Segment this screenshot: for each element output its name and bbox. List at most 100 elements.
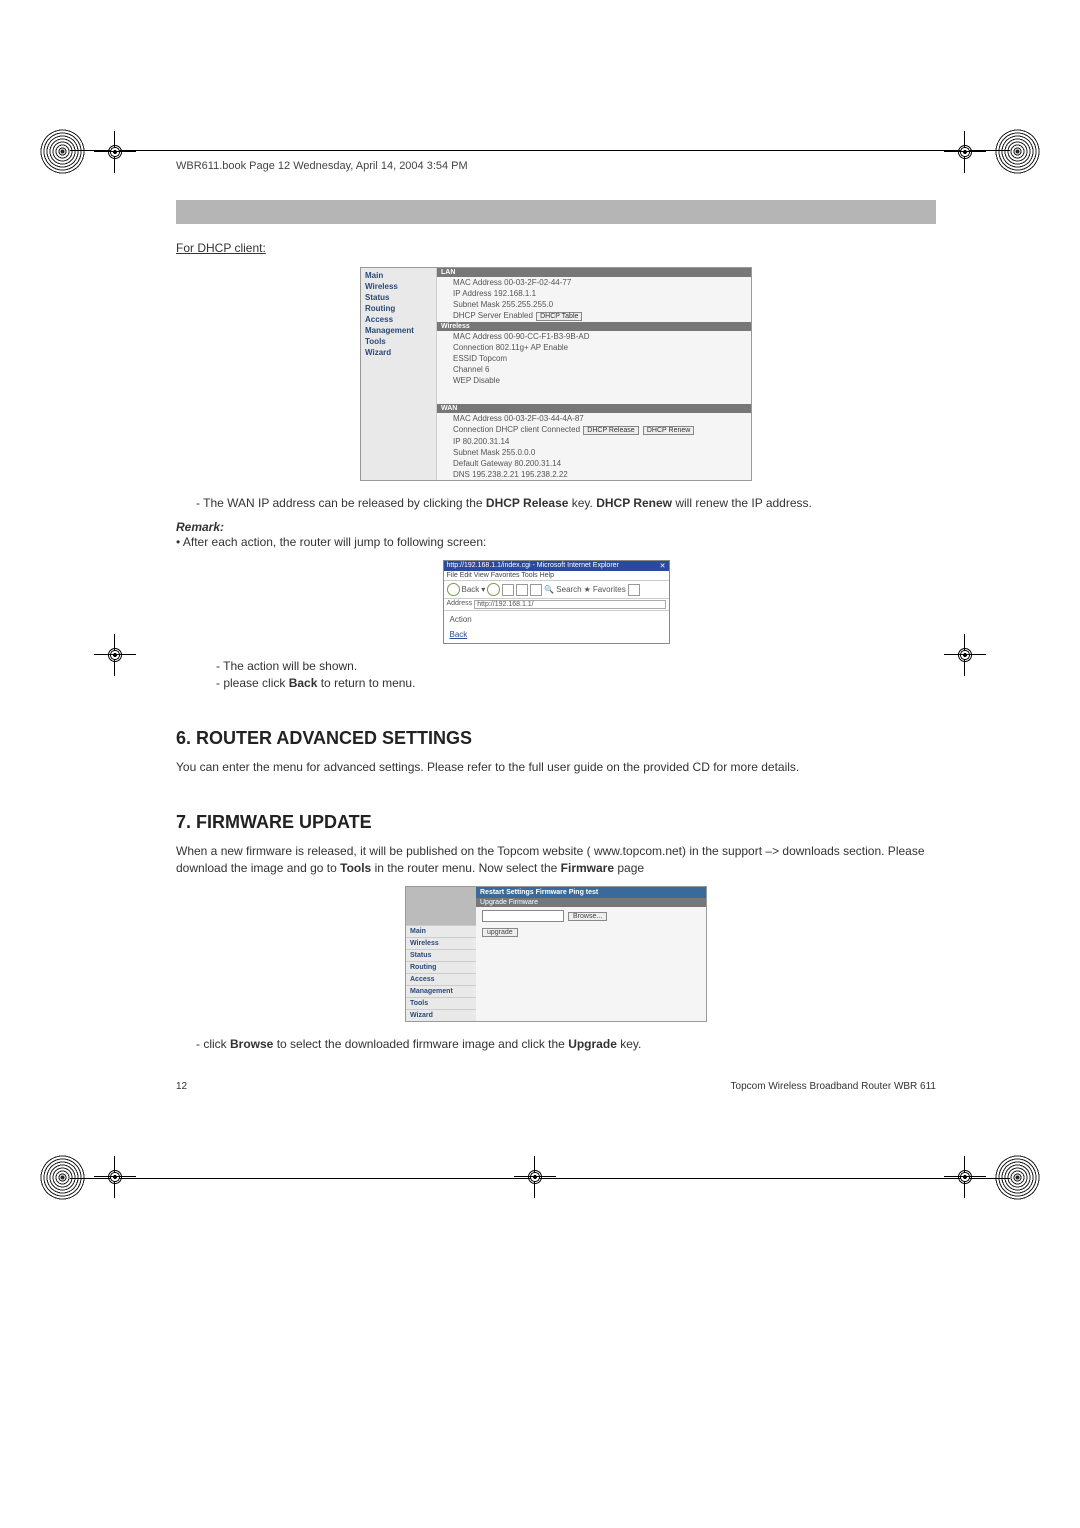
wan-line: Subnet Mask 255.0.0.0 [437, 447, 751, 458]
wlan-line: MAC Address 00-90-CC-F1-B3-9B-AD [437, 331, 751, 342]
reg-cross-tl [100, 137, 130, 167]
nav-wireless: Wireless [361, 281, 436, 292]
dhcp-client-label: For DHCP client: [176, 240, 936, 257]
back-label: Back [462, 585, 480, 594]
reg-cross-bl [100, 1162, 130, 1192]
fig1-main: LAN MAC Address 00-03-2F-02-44-77 IP Add… [437, 268, 751, 480]
text: key. [568, 496, 596, 510]
nav-management: Management [406, 985, 476, 997]
text-bold: Tools [340, 861, 371, 875]
figure-browser-window: http://192.168.1.1/index.cgi - Microsoft… [443, 560, 670, 644]
search-label: Search [556, 585, 581, 594]
remark-bullet: • After each action, the router will jum… [176, 534, 936, 551]
click-browse-text: - click Browse to select the downloaded … [196, 1036, 936, 1053]
crop-line-top [70, 150, 1010, 151]
wan-mac: MAC Address 00-03-2F-03-44-4A-87 [437, 413, 751, 424]
browser-address-row: Address http://192.168.1.1/ [444, 599, 669, 611]
lan-line: IP Address 192.168.1.1 [437, 288, 751, 299]
text-bold: Back [289, 676, 318, 690]
figure-router-status: Main Wireless Status Routing Access Mana… [360, 267, 752, 481]
reg-cross-bc [520, 1162, 550, 1192]
text: - please click [216, 676, 289, 690]
upgrade-button[interactable]: upgrade [482, 928, 518, 937]
reg-cross-ml [100, 640, 130, 670]
lan-dhcp-text: DHCP Server Enabled [453, 311, 533, 320]
text: key. [617, 1037, 641, 1051]
wireless-band: Wireless [437, 322, 751, 331]
fig3-main: Restart Settings Firmware Ping test Upgr… [476, 887, 706, 1021]
fig3-sidebar: Main Wireless Status Routing Access Mana… [406, 887, 476, 1021]
window-close-icon[interactable]: ✕ [660, 562, 666, 570]
reg-cross-mr [950, 640, 980, 670]
reg-cross-tr [950, 137, 980, 167]
page-footer: 12 Topcom Wireless Broadband Router WBR … [176, 1081, 936, 1092]
nav-tools: Tools [361, 336, 436, 347]
home-icon[interactable] [530, 584, 542, 596]
browse-button[interactable]: Browse... [568, 912, 607, 921]
wlan-line: Channel 6 [437, 364, 751, 375]
action-shown-text: - The action will be shown. [216, 658, 936, 675]
logo-placeholder [406, 887, 476, 925]
section-6-title: 6. ROUTER ADVANCED SETTINGS [176, 728, 936, 749]
action-text: Action [450, 615, 663, 624]
text: will renew the IP address. [672, 496, 812, 510]
wlan-line: ESSID Topcom [437, 353, 751, 364]
dhcp-table-button[interactable]: DHCP Table [536, 312, 582, 321]
address-label: Address [447, 600, 473, 609]
dhcp-renew-button[interactable]: DHCP Renew [643, 426, 694, 435]
stop-icon[interactable] [502, 584, 514, 596]
firmware-file-input[interactable] [482, 910, 564, 922]
nav-wizard: Wizard [361, 347, 436, 358]
nav-main: Main [406, 925, 476, 937]
fav-label: Favorites [593, 585, 626, 594]
reg-mark-tr [995, 129, 1040, 174]
wan-release-text: - The WAN IP address can be released by … [196, 495, 936, 512]
nav-access: Access [406, 973, 476, 985]
media-icon[interactable] [628, 584, 640, 596]
reg-mark-br [995, 1155, 1040, 1200]
text: page [614, 861, 644, 875]
nav-access: Access [361, 314, 436, 325]
nav-wizard: Wizard [406, 1009, 476, 1021]
section-6-text: You can enter the menu for advanced sett… [176, 759, 936, 776]
address-field[interactable]: http://192.168.1.1/ [474, 600, 665, 609]
upgrade-firmware-label: Upgrade Firmware [476, 898, 706, 907]
nav-status: Status [361, 292, 436, 303]
firmware-form-row2: upgrade [476, 925, 706, 940]
dhcp-release-button[interactable]: DHCP Release [583, 426, 638, 435]
wlan-line: Connection 802.11g+ AP Enable [437, 342, 751, 353]
wlan-line: WEP Disable [437, 375, 751, 386]
text: to select the downloaded firmware image … [273, 1037, 568, 1051]
nav-management: Management [361, 325, 436, 336]
wan-band: WAN [437, 404, 751, 413]
wan-line: DNS 195.238.2.21 195.238.2.22 [437, 469, 751, 480]
nav-wireless: Wireless [406, 937, 476, 949]
footer-product: Topcom Wireless Broadband Router WBR 611 [731, 1081, 936, 1092]
lan-line: MAC Address 00-03-2F-02-44-77 [437, 277, 751, 288]
browser-title-text: http://192.168.1.1/index.cgi - Microsoft… [447, 562, 619, 570]
text-bold: DHCP Release [486, 496, 569, 510]
page-content: WBR611.book Page 12 Wednesday, April 14,… [176, 160, 936, 1092]
section-bar [176, 200, 936, 224]
reg-mark-tl [40, 129, 85, 174]
text-bold: Firmware [561, 861, 614, 875]
nav-routing: Routing [361, 303, 436, 314]
figure-firmware-upgrade: Main Wireless Status Routing Access Mana… [405, 886, 707, 1022]
nav-routing: Routing [406, 961, 476, 973]
back-link[interactable]: Back [450, 630, 663, 639]
back-icon[interactable] [447, 583, 460, 596]
reg-mark-bl [40, 1155, 85, 1200]
section-7-title: 7. FIRMWARE UPDATE [176, 812, 936, 833]
browser-toolbar: Back ▾ 🔍 Search ★ Favorites [444, 581, 669, 599]
page-number: 12 [176, 1081, 187, 1092]
nav-main: Main [361, 270, 436, 281]
text-bold: DHCP Renew [596, 496, 672, 510]
firmware-form: Browse... [476, 907, 706, 925]
refresh-icon[interactable] [516, 584, 528, 596]
book-header: WBR611.book Page 12 Wednesday, April 14,… [176, 160, 936, 172]
click-back-text: - please click Back to return to menu. [216, 675, 936, 692]
text: in the router menu. Now select the [371, 861, 560, 875]
wan-conn-text: Connection DHCP client Connected [453, 425, 580, 434]
text: to return to menu. [317, 676, 415, 690]
forward-icon[interactable] [487, 583, 500, 596]
